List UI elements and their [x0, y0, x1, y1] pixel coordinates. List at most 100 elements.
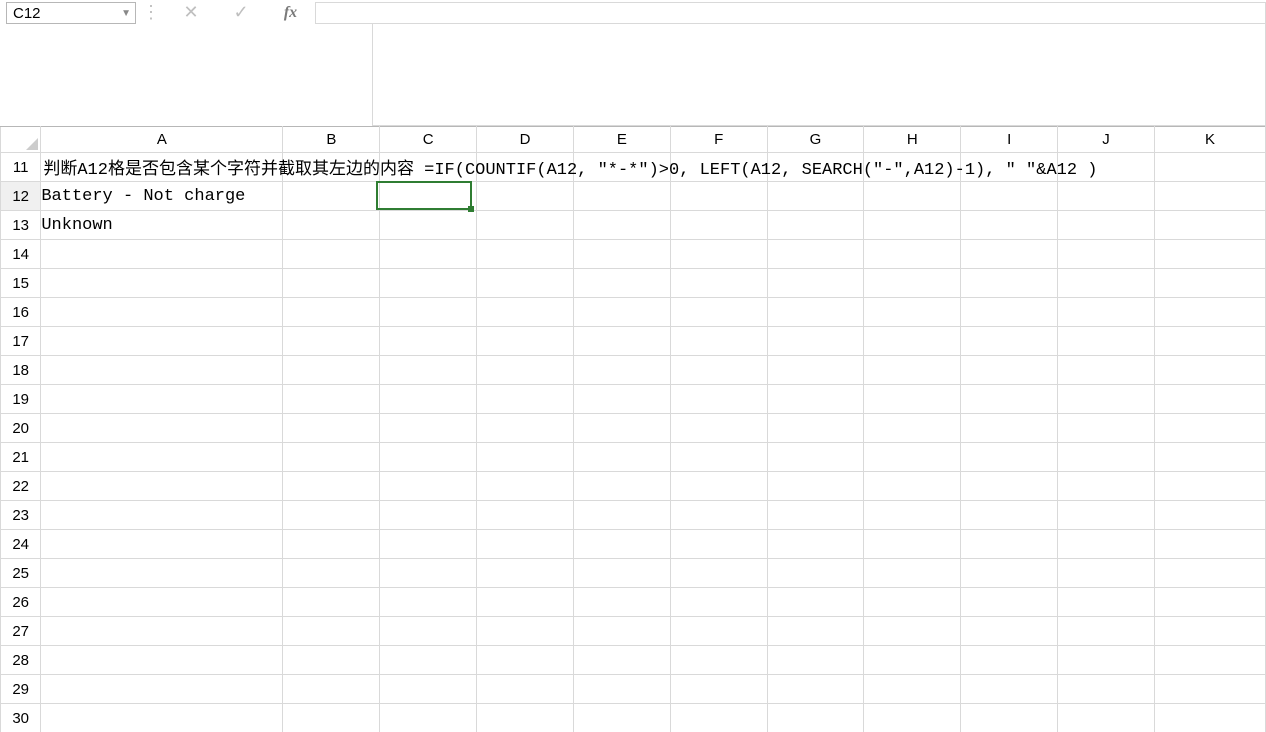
cell[interactable] [670, 211, 767, 240]
cell[interactable] [961, 327, 1058, 356]
cell[interactable] [670, 472, 767, 501]
cell[interactable] [1154, 559, 1265, 588]
cell[interactable] [864, 530, 961, 559]
cell[interactable] [41, 356, 283, 385]
cell[interactable] [767, 501, 864, 530]
cell[interactable] [380, 327, 477, 356]
cell[interactable] [961, 356, 1058, 385]
cell[interactable] [477, 414, 574, 443]
cell[interactable] [573, 211, 670, 240]
cell[interactable] [380, 559, 477, 588]
cell[interactable] [961, 211, 1058, 240]
cell[interactable] [283, 443, 380, 472]
cell[interactable] [573, 182, 670, 211]
cell[interactable] [380, 153, 477, 182]
cell[interactable] [1154, 472, 1265, 501]
cell[interactable] [670, 298, 767, 327]
cell[interactable] [767, 704, 864, 732]
cell[interactable] [767, 356, 864, 385]
cell[interactable] [864, 675, 961, 704]
cell[interactable] [767, 588, 864, 617]
cell[interactable] [1058, 269, 1155, 298]
cell[interactable] [1154, 530, 1265, 559]
cell[interactable] [1154, 211, 1265, 240]
cell[interactable] [1058, 211, 1155, 240]
cell[interactable] [864, 646, 961, 675]
row-header[interactable]: 11 [1, 153, 41, 182]
cell[interactable] [1154, 704, 1265, 732]
column-header[interactable]: E [573, 127, 670, 153]
row-header[interactable]: 17 [1, 327, 41, 356]
cell[interactable] [41, 240, 283, 269]
cell[interactable]: 判断A12格是否包含某个字符并截取其左边的内容 =IF(COUNTIF(A12,… [41, 153, 283, 182]
cell[interactable] [961, 182, 1058, 211]
row-header[interactable]: 29 [1, 675, 41, 704]
cell[interactable] [573, 356, 670, 385]
cell[interactable] [380, 617, 477, 646]
chevron-down-icon[interactable]: ▼ [121, 8, 131, 19]
cell[interactable] [767, 443, 864, 472]
cell[interactable] [573, 327, 670, 356]
cell[interactable] [573, 385, 670, 414]
cell[interactable] [864, 704, 961, 732]
cell[interactable] [477, 211, 574, 240]
cell[interactable] [961, 646, 1058, 675]
cell[interactable] [283, 385, 380, 414]
cell[interactable] [670, 153, 767, 182]
cell[interactable] [477, 327, 574, 356]
cell[interactable] [767, 617, 864, 646]
cell[interactable] [961, 559, 1058, 588]
cell[interactable] [961, 414, 1058, 443]
cell[interactable] [864, 356, 961, 385]
cell[interactable] [477, 646, 574, 675]
cell[interactable] [961, 153, 1058, 182]
cell[interactable] [477, 385, 574, 414]
cell[interactable] [670, 646, 767, 675]
cell[interactable] [283, 472, 380, 501]
cell[interactable] [670, 530, 767, 559]
cell[interactable] [283, 327, 380, 356]
cell[interactable] [670, 356, 767, 385]
cell[interactable] [767, 646, 864, 675]
cell[interactable] [477, 443, 574, 472]
cell[interactable] [380, 211, 477, 240]
cell[interactable] [41, 443, 283, 472]
cell[interactable] [864, 240, 961, 269]
cell[interactable] [380, 472, 477, 501]
cell[interactable] [573, 530, 670, 559]
cell[interactable]: Battery - Not charge [41, 182, 283, 211]
cell[interactable] [864, 298, 961, 327]
cell[interactable] [670, 240, 767, 269]
cell[interactable] [670, 327, 767, 356]
cell[interactable] [41, 588, 283, 617]
cell[interactable] [573, 704, 670, 732]
cell[interactable] [1154, 501, 1265, 530]
select-all-corner[interactable] [1, 127, 41, 153]
cell[interactable] [961, 530, 1058, 559]
column-header[interactable]: B [283, 127, 380, 153]
cell[interactable] [767, 211, 864, 240]
row-header[interactable]: 14 [1, 240, 41, 269]
cell[interactable] [41, 414, 283, 443]
cell[interactable] [864, 588, 961, 617]
cell[interactable] [1058, 385, 1155, 414]
row-header[interactable]: 27 [1, 617, 41, 646]
cell[interactable] [41, 617, 283, 646]
cell[interactable] [1154, 617, 1265, 646]
cell[interactable] [670, 559, 767, 588]
row-header[interactable]: 28 [1, 646, 41, 675]
row-header[interactable]: 15 [1, 269, 41, 298]
cell[interactable] [670, 182, 767, 211]
cell[interactable] [767, 298, 864, 327]
cell[interactable] [573, 472, 670, 501]
cell[interactable] [961, 588, 1058, 617]
cell[interactable] [477, 704, 574, 732]
cell[interactable] [1154, 269, 1265, 298]
row-header[interactable]: 22 [1, 472, 41, 501]
cell[interactable] [864, 501, 961, 530]
cell[interactable] [864, 182, 961, 211]
cell[interactable] [1154, 414, 1265, 443]
row-header[interactable]: 20 [1, 414, 41, 443]
cell[interactable] [283, 530, 380, 559]
cell[interactable] [380, 646, 477, 675]
